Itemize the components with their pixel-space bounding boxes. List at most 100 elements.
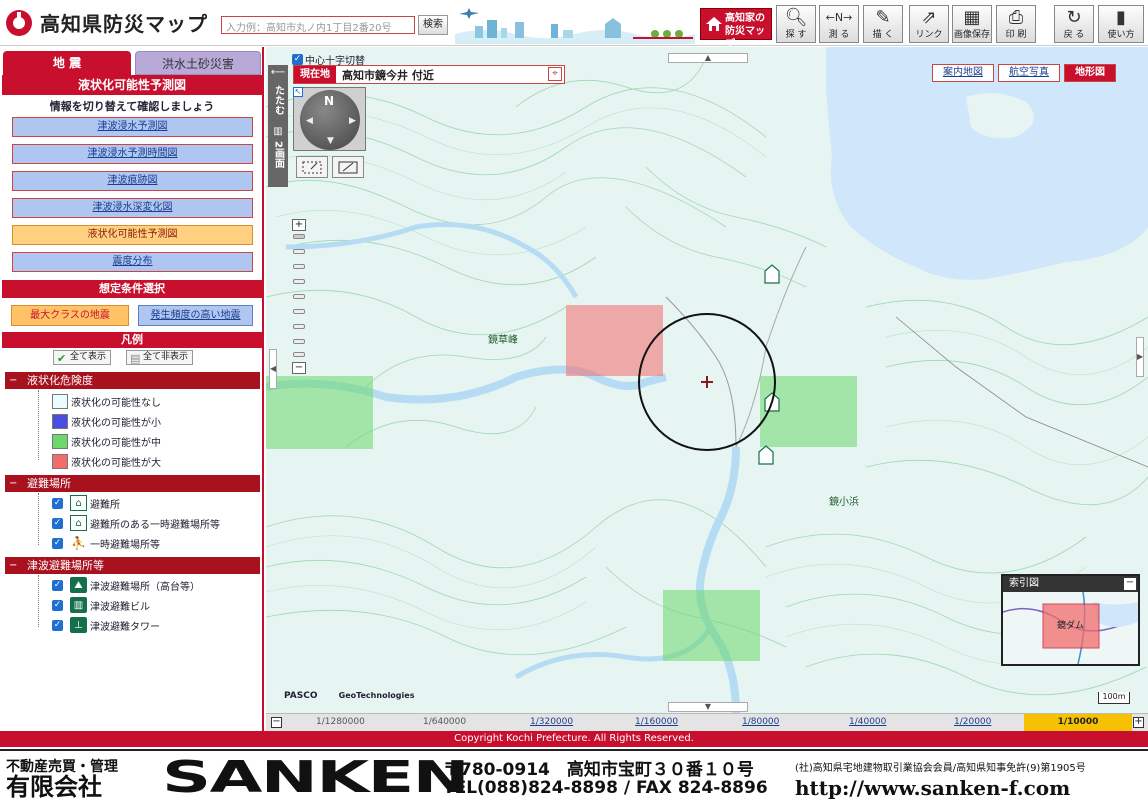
condition-max-class-button[interactable]: 最大クラスの地震 <box>11 305 129 326</box>
city-skyline-decoration-icon <box>455 8 695 44</box>
legend-item-tsunami-highland[interactable]: ✓ ⛰ 津波避難場所（高台等） <box>52 576 200 594</box>
scale-zoom-out-button[interactable]: − <box>271 717 282 728</box>
link-icon: ⇗ <box>921 7 937 28</box>
geotechnologies-logo: GeoTechnologies <box>338 691 415 700</box>
find-button[interactable]: 🔍︎ 探 す <box>776 5 816 43</box>
site-logo[interactable]: 高知県防災マップ <box>6 8 208 37</box>
map-button-liquefaction[interactable]: 液状化可能性予測図 <box>12 225 253 245</box>
show-all-button[interactable]: ✔ 全て表示 <box>53 350 112 365</box>
measure-button[interactable]: ←N→ 測 る <box>819 5 859 43</box>
tsunami-highland-icon: ⛰ <box>70 577 87 593</box>
legend-group-liquefaction[interactable]: 液状化危険度 <box>5 372 260 389</box>
map-button-tsunami-inundation-time[interactable]: 津波浸水予測時間図 <box>12 144 253 164</box>
minimize-icon[interactable]: − <box>1124 578 1136 590</box>
arrow-left-icon: ⟵ <box>270 67 286 78</box>
scale-option[interactable]: 1/320000 <box>530 714 573 731</box>
scale-option[interactable]: 1/160000 <box>635 714 678 731</box>
home-disaster-map-button[interactable]: 高知家の 防災マップ <box>700 8 772 50</box>
zoom-level-tick[interactable] <box>293 324 305 329</box>
pan-down-icon[interactable]: ▼ <box>327 136 334 146</box>
hide-all-button[interactable]: ▤ 全て非表示 <box>126 350 194 365</box>
zoom-level-tick[interactable] <box>293 339 305 344</box>
condition-title: 想定条件選択 <box>2 280 262 298</box>
index-map[interactable]: 索引図 − 鏡ダム <box>1001 574 1140 666</box>
checkbox-checked-icon[interactable]: ✓ <box>52 619 63 631</box>
shelter-temporary-icon: ⌂ <box>70 515 87 531</box>
index-map-thumbnail[interactable]: 鏡ダム <box>1002 591 1139 665</box>
legend-group-evacuation[interactable]: 避難場所 <box>5 475 260 492</box>
checkbox-checked-icon[interactable]: ✓ <box>52 517 63 529</box>
zoom-level-tick[interactable] <box>293 294 305 299</box>
layer-tab-aerial-photo[interactable]: 航空写真 <box>998 64 1060 82</box>
link-button[interactable]: ⇗ リンク <box>909 5 949 43</box>
tab-earthquake[interactable]: 地 震 <box>3 51 131 75</box>
help-button[interactable]: ▮ 使い方 <box>1098 5 1144 43</box>
checkbox-checked-icon[interactable]: ✓ <box>52 537 63 549</box>
back-button[interactable]: ↻ 戻 る <box>1054 5 1094 43</box>
copyright-bar: Copyright Kochi Prefecture. All Rights R… <box>0 731 1148 747</box>
legend-item-temporary[interactable]: ✓ ⛹ 一時避難場所等 <box>52 534 160 552</box>
zoom-out-button[interactable]: − <box>292 362 306 374</box>
condition-frequent-button[interactable]: 発生頻度の高い地震 <box>138 305 253 326</box>
legend-item-shelter-temporary[interactable]: ✓ ⌂ 避難所のある一時避難場所等 <box>52 514 220 532</box>
advertisement-banner[interactable]: 不動産売買・管理 有限会社 SANKEN 〒780-0914 高知市宝町３０番１… <box>0 749 1148 802</box>
zoom-box-out-button[interactable] <box>332 156 364 178</box>
checkbox-checked-icon[interactable]: ✓ <box>52 579 63 591</box>
layer-tab-topographic[interactable]: 地形図 <box>1064 64 1116 82</box>
checkbox-checked-icon[interactable]: ✓ <box>292 54 303 65</box>
pan-right-icon[interactable]: ▶ <box>349 116 356 126</box>
map-view[interactable]: ✓ 中心十字切替 現在地 高知市鏡今井 付近 ⌖ ⟵ たたむ ▥ 2画面 N ▼… <box>266 47 1148 713</box>
banner-url[interactable]: http://www.sanken-f.com <box>795 776 1070 800</box>
legend-swatch <box>52 453 68 469</box>
banner-tel-fax: TEL(088)824-8898 / FAX 824-8896 <box>443 778 768 798</box>
banner-brand: SANKEN <box>162 752 470 802</box>
scale-option[interactable]: 1/40000 <box>849 714 886 731</box>
draw-button[interactable]: ✎ 描 く <box>863 5 903 43</box>
place-label: 鏡草峰 <box>488 335 518 346</box>
zoom-level-tick[interactable] <box>293 279 305 284</box>
index-map-label: 鏡ダム <box>1057 619 1084 631</box>
pan-right-arrow-icon[interactable]: ▶ <box>1136 337 1144 377</box>
scale-option[interactable]: 1/20000 <box>954 714 991 731</box>
scale-option[interactable]: 1/80000 <box>742 714 779 731</box>
zoom-level-tick[interactable] <box>293 309 305 314</box>
layer-tab-guide-map[interactable]: 案内地図 <box>932 64 994 82</box>
legend-swatch <box>52 413 68 429</box>
print-button[interactable]: ⎙ 印 刷 <box>996 5 1036 43</box>
legend-group-tsunami-evacuation[interactable]: 津波避難場所等 <box>5 557 260 574</box>
zoom-level-tick[interactable] <box>293 352 305 357</box>
scale-option-current[interactable]: 1/10000 <box>1024 714 1132 731</box>
address-search-input[interactable]: 入力例：高知市丸ノ内1丁目2番20号 <box>221 16 415 34</box>
locate-icon[interactable]: ⌖ <box>548 67 562 81</box>
legend-swatch <box>52 393 68 409</box>
map-button-tsunami-depth-change[interactable]: 津波浸水深変化図 <box>12 198 253 218</box>
zoom-slider[interactable]: + − <box>292 219 306 374</box>
legend-item-tsunami-tower[interactable]: ✓ ⊥ 津波避難タワー <box>52 616 160 634</box>
zoom-level-handle[interactable] <box>293 234 305 239</box>
search-button[interactable]: 検索 <box>418 15 448 35</box>
legend-item-tsunami-building[interactable]: ✓ ▥ 津波避難ビル <box>52 596 150 614</box>
expand-icon[interactable]: ↖ <box>293 87 303 97</box>
legend-item-shelter[interactable]: ✓ ⌂ 避難所 <box>52 494 120 512</box>
zoom-level-tick[interactable] <box>293 249 305 254</box>
checkbox-checked-icon[interactable]: ✓ <box>52 599 63 611</box>
save-image-button[interactable]: ▦ 画像保存 <box>952 5 992 43</box>
zoom-in-button[interactable]: + <box>292 219 306 231</box>
undo-icon: ↻ <box>1066 7 1082 28</box>
tab-flood-landslide[interactable]: 洪水土砂災害 <box>135 51 261 75</box>
banner-corp-type: 有限会社 <box>6 773 102 801</box>
zoom-box-in-button[interactable] <box>296 156 328 178</box>
map-button-tsunami-trace[interactable]: 津波痕跡図 <box>12 171 253 191</box>
pan-down-arrow-icon[interactable]: ▼ <box>668 702 748 712</box>
map-button-seismic-intensity[interactable]: 震度分布 <box>12 252 253 272</box>
checkbox-checked-icon[interactable]: ✓ <box>52 497 63 509</box>
pan-left-arrow-icon[interactable]: ◀ <box>269 349 277 389</box>
zoom-box-out-icon <box>338 161 358 174</box>
scale-zoom-in-button[interactable]: + <box>1133 717 1144 728</box>
map-button-tsunami-inundation[interactable]: 津波浸水予測図 <box>12 117 253 137</box>
pan-left-icon[interactable]: ◀ <box>306 116 313 126</box>
compass-pan-control[interactable]: N ▼ ◀ ▶ ↖ <box>293 87 366 151</box>
zoom-level-tick[interactable] <box>293 264 305 269</box>
fold-panel-button[interactable]: ⟵ たたむ ▥ 2画面 <box>268 65 288 187</box>
pan-up-arrow-icon[interactable]: ▲ <box>668 53 748 63</box>
